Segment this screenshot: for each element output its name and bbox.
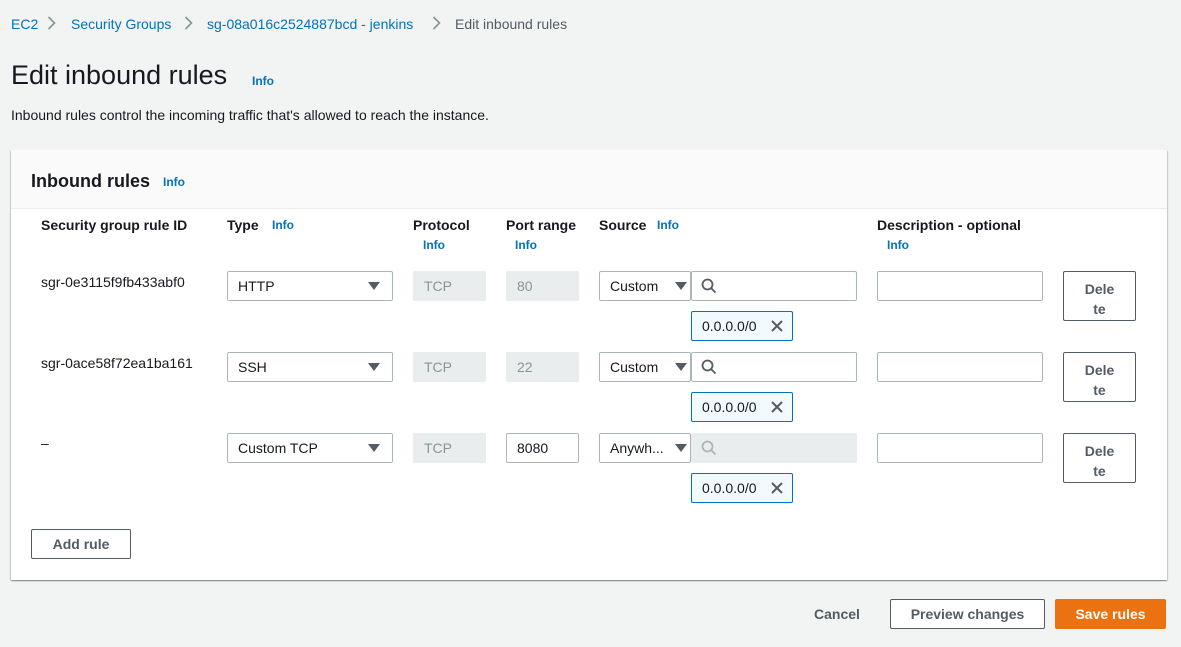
search-icon (701, 278, 717, 294)
col-header-description: Description - optional (877, 217, 1021, 233)
panel-header: Inbound rules Info (11, 150, 1167, 209)
cidr-token: 0.0.0.0/0 (691, 473, 793, 503)
page-info-link[interactable]: Info (252, 74, 274, 88)
delete-rule-button[interactable]: Dele te (1063, 271, 1136, 321)
delete-rule-button[interactable]: Dele te (1063, 352, 1136, 402)
type-select[interactable]: SSH (227, 352, 393, 382)
caret-down-icon (368, 363, 380, 371)
port-range-info-link[interactable]: Info (515, 238, 537, 252)
page-title: Edit inbound rules (11, 60, 228, 90)
cancel-button[interactable]: Cancel (814, 606, 860, 622)
add-rule-button[interactable]: Add rule (31, 529, 131, 559)
cidr-search-input[interactable] (691, 271, 857, 301)
description-input[interactable] (877, 352, 1043, 382)
col-header-type: Type (227, 217, 259, 233)
delete-label-line1: Dele (1084, 361, 1115, 378)
caret-down-icon (368, 444, 380, 452)
type-select[interactable]: HTTP (227, 271, 393, 301)
cidr-token: 0.0.0.0/0 (691, 311, 793, 341)
chevron-right-icon (47, 14, 56, 32)
description-input[interactable] (877, 433, 1043, 463)
search-icon (701, 440, 717, 456)
col-header-port-range: Port range (506, 217, 577, 233)
delete-label-line1: Dele (1084, 442, 1115, 459)
protocol-field: TCP (413, 271, 486, 301)
protocol-info-link[interactable]: Info (423, 238, 445, 252)
type-info-link[interactable]: Info (272, 218, 294, 232)
caret-down-icon (675, 363, 687, 371)
description-info-link[interactable]: Info (887, 238, 909, 252)
save-rules-button[interactable]: Save rules (1055, 599, 1166, 629)
delete-label-line2: te (1093, 300, 1106, 317)
panel-info-link[interactable]: Info (163, 175, 185, 189)
delete-label-line2: te (1093, 381, 1106, 398)
source-type-select[interactable]: Custom (599, 271, 691, 301)
description-input[interactable] (877, 271, 1043, 301)
source-info-link[interactable]: Info (657, 218, 679, 232)
close-icon[interactable] (770, 481, 784, 495)
type-select[interactable]: Custom TCP (227, 433, 393, 463)
cidr-search-input[interactable] (691, 352, 857, 382)
page-description: Inbound rules control the incoming traff… (11, 107, 489, 123)
source-type-value: Custom (610, 359, 659, 375)
type-select-value: HTTP (238, 278, 275, 294)
source-type-select[interactable]: Custom (599, 352, 691, 382)
panel-title: Inbound rules (31, 171, 150, 191)
cidr-token-label: 0.0.0.0/0 (702, 318, 757, 334)
preview-changes-button[interactable]: Preview changes (890, 599, 1045, 629)
chevron-right-icon (432, 14, 441, 32)
delete-label-line1: Dele (1084, 280, 1115, 297)
port-range-input[interactable]: 8080 (506, 433, 579, 463)
cidr-token-label: 0.0.0.0/0 (702, 399, 757, 415)
col-header-protocol: Protocol (413, 217, 470, 233)
breadcrumb-security-group-link[interactable]: sg-08a016c2524887bcd - jenkins (207, 15, 413, 33)
chevron-right-icon (184, 14, 193, 32)
type-select-value: SSH (238, 359, 267, 375)
cidr-token-label: 0.0.0.0/0 (702, 480, 757, 496)
rule-id: – (41, 435, 49, 451)
col-header-source: Source (599, 217, 647, 233)
col-header-rule-id: Security group rule ID (41, 217, 188, 233)
caret-down-icon (675, 282, 687, 290)
breadcrumb-security-groups-link[interactable]: Security Groups (71, 15, 171, 33)
rule-id: sgr-0ace58f72ea1ba161 (41, 355, 193, 371)
protocol-field: TCP (413, 352, 486, 382)
caret-down-icon (675, 444, 687, 452)
search-icon (701, 359, 717, 375)
caret-down-icon (368, 282, 380, 290)
close-icon[interactable] (770, 319, 784, 333)
close-icon[interactable] (770, 400, 784, 414)
cidr-search-input (691, 433, 857, 463)
protocol-field: TCP (413, 433, 486, 463)
breadcrumb-ec2-link[interactable]: EC2 (11, 15, 38, 33)
inbound-rules-panel: Inbound rules Info Security group rule I… (11, 150, 1167, 580)
type-select-value: Custom TCP (238, 440, 318, 456)
cidr-token: 0.0.0.0/0 (691, 392, 793, 422)
source-type-select[interactable]: Anywh... (599, 433, 691, 463)
source-type-value: Custom (610, 278, 659, 294)
source-type-value: Anywh... (610, 440, 664, 456)
port-range-field: 22 (506, 352, 579, 382)
port-range-field: 80 (506, 271, 579, 301)
breadcrumb-current: Edit inbound rules (455, 16, 568, 32)
rule-id: sgr-0e3115f9fb433abf0 (41, 274, 185, 290)
delete-label-line2: te (1093, 462, 1106, 479)
delete-rule-button[interactable]: Dele te (1063, 433, 1136, 483)
